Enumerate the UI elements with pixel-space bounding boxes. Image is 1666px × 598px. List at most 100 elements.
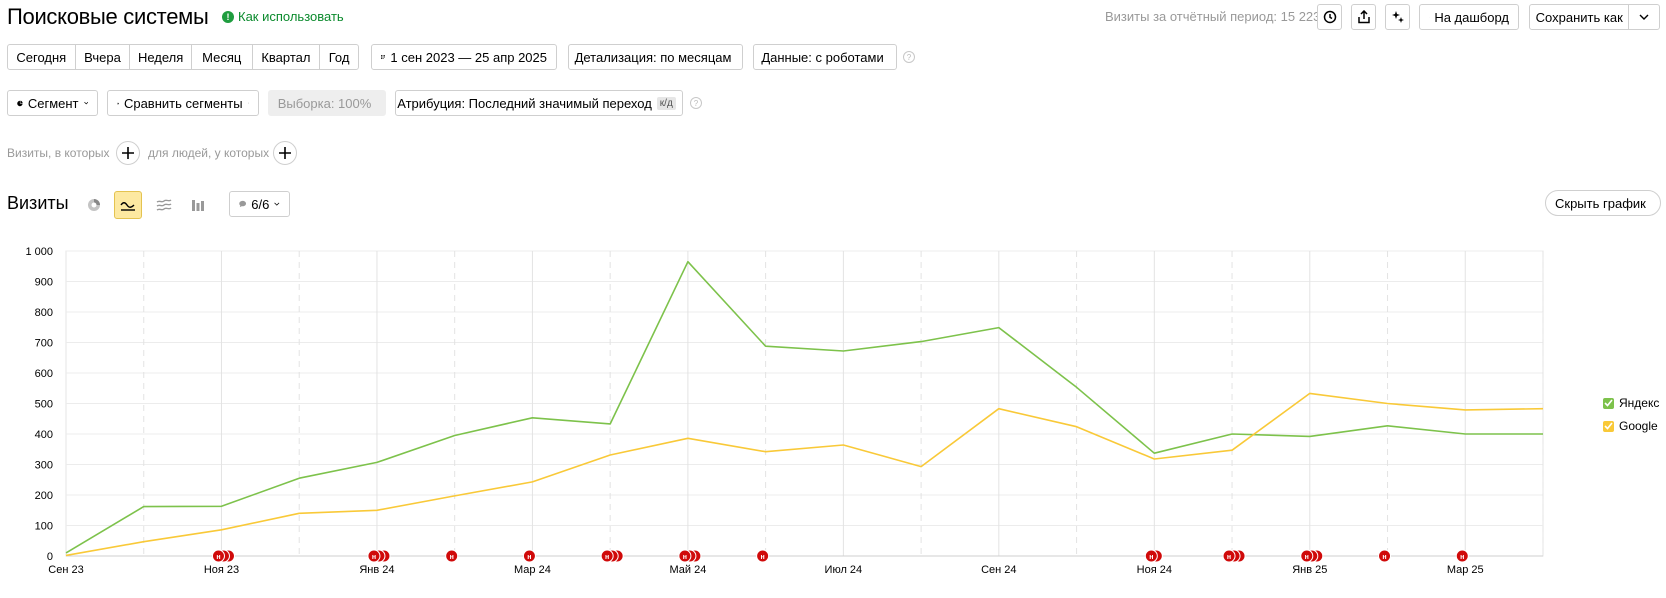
note-marker-letter: н: [527, 554, 531, 561]
chart-type-line[interactable]: [114, 191, 142, 219]
plus-icon: [122, 147, 134, 159]
note-marker-letter: н: [1382, 554, 1386, 561]
annotations-count: 6/6: [251, 196, 270, 212]
chart-type-pie[interactable]: [80, 191, 108, 219]
chart-type-bar[interactable]: [184, 191, 212, 219]
help-icon[interactable]: ?: [903, 51, 915, 63]
x-tick-label: Янв 24: [359, 564, 394, 576]
y-tick-label: 300: [35, 460, 53, 472]
segment-label: Сегмент: [27, 95, 79, 111]
legend-label: Яндекс: [1619, 396, 1660, 410]
legend-checkbox-icon: [1603, 420, 1614, 432]
period-today[interactable]: Сегодня: [8, 45, 76, 69]
period-week[interactable]: Неделя: [130, 45, 192, 69]
how-to-use-link[interactable]: ! Как использовать: [222, 9, 344, 24]
plus-icon: [279, 147, 291, 159]
detail-label: Детализация: по месяцам: [574, 49, 732, 65]
hide-chart-label: Скрыть график: [1555, 195, 1646, 211]
y-tick-label: 400: [35, 429, 53, 441]
add-people-filter-button[interactable]: [273, 141, 297, 165]
note-marker-letter: н: [1305, 554, 1309, 561]
save-as-button[interactable]: Сохранить как: [1530, 5, 1630, 29]
note-marker-letter: н: [683, 554, 687, 561]
x-tick-label: Сен 23: [48, 564, 83, 576]
calendar-icon: [381, 55, 386, 59]
add-to-dashboard-label: На дашборд: [1434, 9, 1509, 25]
note-marker-letter: н: [450, 554, 454, 561]
y-tick-label: 500: [35, 399, 53, 411]
y-tick-label: 900: [35, 277, 53, 289]
info-icon: !: [222, 10, 234, 23]
detail-select[interactable]: Детализация: по месяцам: [568, 44, 743, 70]
x-tick-label: Мар 25: [1447, 564, 1484, 576]
sample-select[interactable]: Выборка: 100%: [268, 90, 386, 116]
note-marker-letter: н: [216, 554, 220, 561]
sparkle-icon: [1391, 11, 1404, 23]
note-marker-letter: н: [1149, 554, 1153, 561]
bar-chart-icon: [192, 199, 204, 211]
chevron-down-icon: [1639, 14, 1649, 20]
visits-filter-text: Визиты, в которых: [7, 146, 110, 160]
date-range-picker[interactable]: 1 сен 2023 — 25 апр 2025: [371, 44, 557, 70]
y-tick-label: 600: [35, 368, 53, 380]
legend-item-google[interactable]: Google: [1603, 419, 1658, 433]
x-tick-label: Май 24: [669, 564, 706, 576]
x-tick-label: Сен 24: [981, 564, 1016, 576]
period-yesterday[interactable]: Вчера: [76, 45, 131, 69]
visits-chart: 0 100 200 300 400 500 600 700 800 900 1 000 Сен 23 Н…: [25, 246, 1544, 576]
hide-chart-button[interactable]: Скрыть график: [1545, 190, 1661, 216]
x-tick-label: Ноя 24: [1137, 564, 1172, 576]
save-as-group: Сохранить как: [1529, 4, 1660, 30]
chart-type-area[interactable]: [150, 191, 178, 219]
series-line-yandex: [65, 260, 1543, 554]
chevron-down-icon: [83, 101, 88, 105]
assistant-button[interactable]: [1385, 4, 1410, 30]
pie-chart-icon: [88, 199, 100, 211]
legend-label: Google: [1619, 419, 1658, 433]
attribution-label: Атрибуция: Последний значимый переход: [397, 95, 652, 111]
x-tick-label: Ноя 23: [204, 564, 239, 576]
share-icon: [1357, 10, 1370, 24]
series-line-google: [65, 392, 1544, 557]
period-year[interactable]: Год: [320, 45, 358, 69]
y-tick-label: 0: [47, 551, 53, 563]
comment-icon: [239, 200, 247, 208]
compare-segments-label: Сравнить сегменты: [123, 95, 243, 111]
note-marker-letter: н: [761, 554, 765, 561]
y-tick-label: 200: [35, 490, 53, 502]
clock-icon: [1323, 10, 1336, 24]
save-as-dropdown[interactable]: [1629, 5, 1659, 29]
add-to-dashboard-button[interactable]: На дашборд: [1419, 4, 1519, 30]
attribution-badge: к/д: [656, 96, 676, 110]
period-month[interactable]: Месяц: [192, 45, 253, 69]
pie-chart-icon: [17, 100, 23, 106]
period-buttons: Сегодня Вчера Неделя Месяц Квартал Год: [7, 44, 359, 70]
compare-icon: [117, 102, 119, 104]
x-tick-label: Янв 25: [1292, 564, 1327, 576]
y-tick-label: 800: [35, 307, 53, 319]
x-tick-label: Июл 24: [825, 564, 863, 576]
period-quarter[interactable]: Квартал: [253, 45, 321, 69]
people-filter-text: для людей, у которых: [148, 146, 270, 160]
sample-label: Выборка: 100%: [277, 95, 372, 111]
area-chart-icon: [156, 199, 172, 211]
chart-section-title: Визиты: [7, 193, 69, 213]
add-visits-filter-button[interactable]: [116, 141, 140, 165]
data-mode-label: Данные: с роботами: [761, 49, 884, 65]
export-button[interactable]: [1351, 4, 1376, 30]
visits-period-total: Визиты за отчётный период: 15 223: [1105, 9, 1321, 24]
chevron-down-icon: [274, 202, 280, 206]
compare-segments-button[interactable]: Сравнить сегменты: [107, 90, 259, 116]
y-tick-label: 1 000: [25, 246, 53, 258]
help-icon[interactable]: ?: [690, 97, 702, 109]
legend-checkbox-icon: [1603, 397, 1614, 409]
data-mode-select[interactable]: Данные: с роботами: [753, 44, 897, 70]
attribution-select[interactable]: Атрибуция: Последний значимый переход к/…: [395, 90, 683, 116]
legend-item-yandex[interactable]: Яндекс: [1603, 396, 1659, 410]
annotations-button[interactable]: 6/6: [229, 191, 290, 217]
page-title: Поисковые системы: [7, 4, 209, 29]
chevron-down-icon: [247, 102, 249, 104]
note-marker-letter: н: [605, 554, 609, 561]
history-button[interactable]: [1317, 4, 1342, 30]
segment-button[interactable]: Сегмент: [7, 90, 98, 116]
